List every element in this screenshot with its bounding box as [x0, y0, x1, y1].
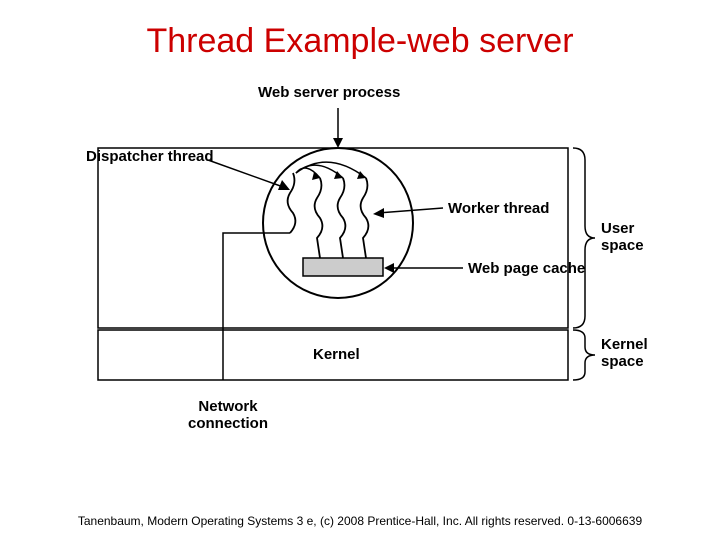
label-process: Web server process — [258, 84, 400, 101]
label-kernel: Kernel — [313, 346, 360, 363]
slide-title: Thread Example-web server — [0, 22, 720, 61]
slide-footer: Tanenbaum, Modern Operating Systems 3 e,… — [0, 514, 720, 528]
thread-diagram: Web server process Dispatcher thread Wor… — [68, 78, 652, 458]
label-dispatcher: Dispatcher thread — [86, 148, 214, 165]
label-kernel-space: Kernel space — [601, 336, 648, 370]
label-user-space: User space — [601, 220, 644, 254]
label-worker: Worker thread — [448, 200, 549, 217]
label-network: Network connection — [188, 398, 268, 432]
label-cache: Web page cache — [468, 260, 585, 277]
